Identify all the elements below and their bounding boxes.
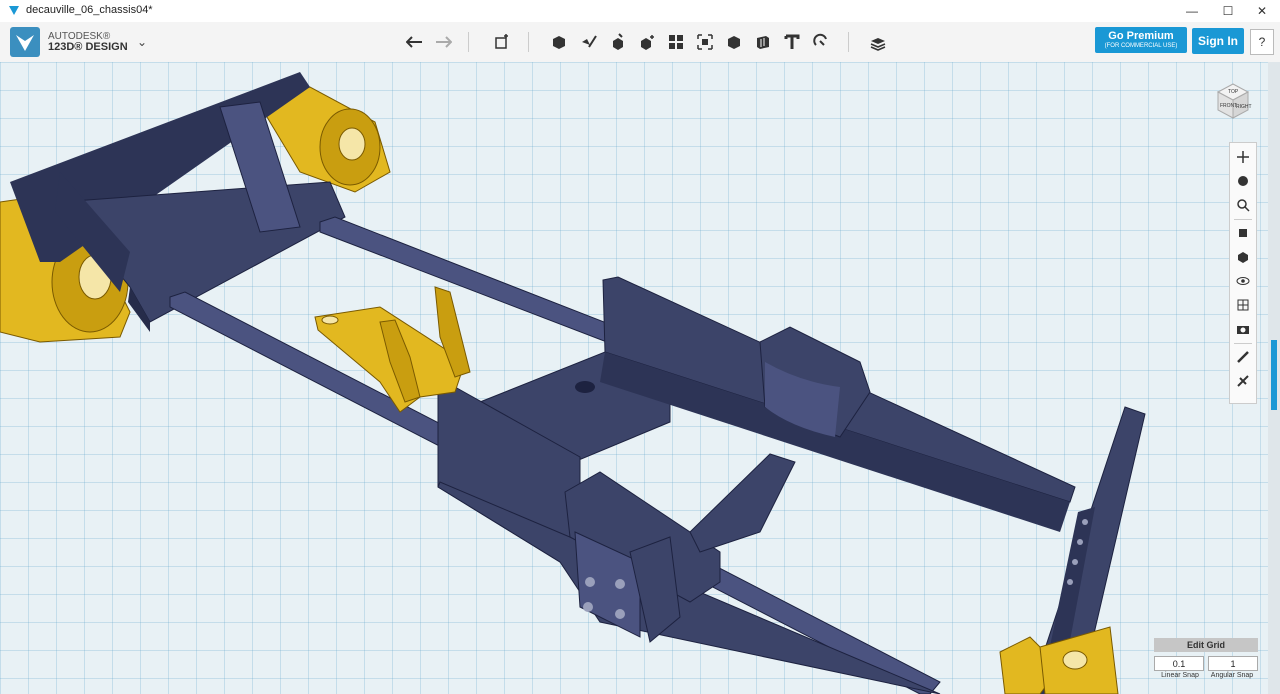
title-bar: decauville_06_chassis04* — ☐ ✕ — [0, 0, 1280, 22]
window-title: decauville_06_chassis04* — [26, 4, 153, 16]
viewcube-right[interactable]: RIGHT — [1236, 104, 1252, 110]
pattern-icon[interactable] — [664, 30, 688, 54]
app-logo[interactable] — [10, 27, 40, 57]
text-icon[interactable] — [780, 30, 804, 54]
toolbar-separator — [528, 32, 529, 52]
orbit-icon[interactable] — [1233, 171, 1253, 191]
undo-icon[interactable] — [403, 30, 427, 54]
edit-grid-panel: Edit Grid 0.1 1 Linear Snap Angular Snap — [1154, 638, 1258, 694]
angular-snap-input[interactable]: 1 — [1208, 656, 1258, 671]
redo-icon[interactable] — [431, 30, 455, 54]
logo-icon — [16, 35, 34, 51]
transform-icon[interactable] — [490, 30, 514, 54]
go-premium-sublabel: (FOR COMMERCIAL USE) — [1104, 43, 1178, 49]
close-button[interactable]: ✕ — [1244, 0, 1280, 22]
go-premium-button[interactable]: Go Premium (FOR COMMERCIAL USE) — [1095, 27, 1187, 53]
angular-snap-label: Angular Snap — [1210, 672, 1254, 679]
view-cube[interactable]: TOP FRONT RIGHT — [1208, 74, 1258, 124]
fit-icon[interactable] — [1233, 223, 1253, 243]
combine-icon[interactable] — [722, 30, 746, 54]
main-toolbar: AUTODESK® 123D® DESIGN ⌄ Go Premium (FOR… — [0, 22, 1280, 63]
chassis-model[interactable] — [0, 62, 1268, 694]
view-icon[interactable] — [1233, 247, 1253, 267]
primitives-icon[interactable] — [547, 30, 571, 54]
3d-viewport[interactable]: TOP FRONT RIGHT Edit Grid 0.1 1 Linear S… — [0, 62, 1280, 694]
brush-icon[interactable] — [1233, 347, 1253, 367]
pan-icon[interactable] — [1233, 147, 1253, 167]
sketch-icon[interactable] — [577, 30, 601, 54]
grouping-icon[interactable] — [693, 30, 717, 54]
go-premium-label: Go Premium — [1108, 30, 1174, 42]
nav-separator — [1234, 343, 1252, 344]
material-icon[interactable] — [866, 30, 890, 54]
viewcube-top[interactable]: TOP — [1228, 89, 1239, 95]
brand-line2: 123D® DESIGN — [48, 41, 128, 53]
construct-icon[interactable] — [606, 30, 630, 54]
visibility-icon[interactable] — [1233, 271, 1253, 291]
sign-in-button[interactable]: Sign In — [1192, 28, 1244, 54]
camera-icon[interactable] — [1233, 319, 1253, 339]
linear-snap-label: Linear Snap — [1161, 672, 1199, 679]
panel-expand-tab[interactable] — [1271, 340, 1277, 410]
measure-icon[interactable] — [751, 30, 775, 54]
toolbar-separator — [468, 32, 469, 52]
zoom-icon[interactable] — [1233, 195, 1253, 215]
rear-cross-member[interactable] — [689, 453, 796, 553]
edit-grid-button[interactable]: Edit Grid — [1154, 638, 1258, 652]
materials-icon[interactable] — [1233, 295, 1253, 315]
help-button[interactable]: ? — [1250, 29, 1274, 55]
nav-separator — [1234, 219, 1252, 220]
linear-snap-input[interactable]: 0.1 — [1154, 656, 1204, 671]
app-icon — [9, 6, 19, 15]
viewcube-front[interactable]: FRONT — [1220, 103, 1237, 109]
modify-icon[interactable] — [635, 30, 659, 54]
brush-alt-icon[interactable] — [1233, 371, 1253, 391]
snap-icon[interactable] — [809, 30, 833, 54]
maximize-button[interactable]: ☐ — [1210, 0, 1246, 22]
app-menu-chevron[interactable]: ⌄ — [137, 35, 147, 49]
toolbar-separator — [848, 32, 849, 52]
right-panel-edge — [1268, 62, 1280, 694]
navigation-bar — [1229, 142, 1257, 404]
minimize-button[interactable]: — — [1174, 0, 1210, 22]
